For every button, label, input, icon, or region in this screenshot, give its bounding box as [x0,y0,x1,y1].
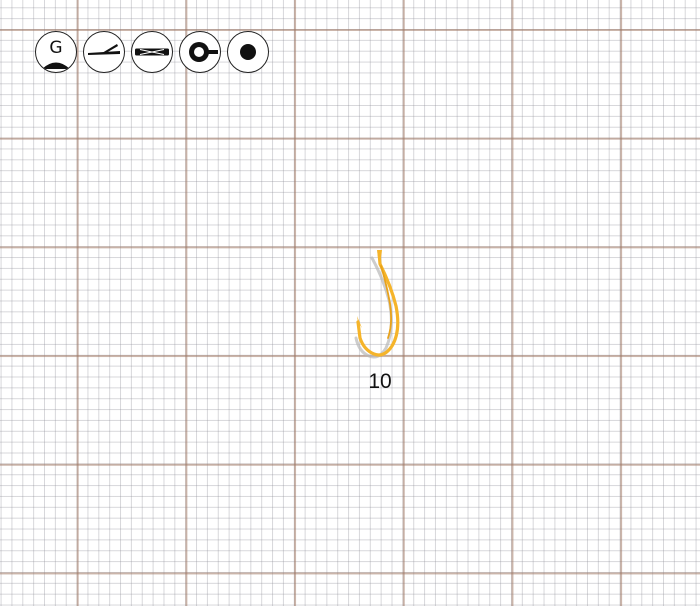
ring-eye-button[interactable] [179,31,221,73]
dot-icon [240,44,256,60]
fishing-hook-icon [354,250,400,359]
g-logo-button[interactable]: G [35,31,77,73]
ring-eye-icon [189,42,218,62]
g-logo-icon [42,62,70,69]
barbed-point-icon [88,44,120,55]
toolbar: G [35,31,269,73]
hook-size-label: 10 [368,370,392,393]
dot-button[interactable] [227,31,269,73]
graph-paper-canvas: G 10 [0,0,700,606]
straight-shank-icon [135,48,169,56]
barbed-point-button[interactable] [83,31,125,73]
straight-shank-button[interactable] [131,31,173,73]
